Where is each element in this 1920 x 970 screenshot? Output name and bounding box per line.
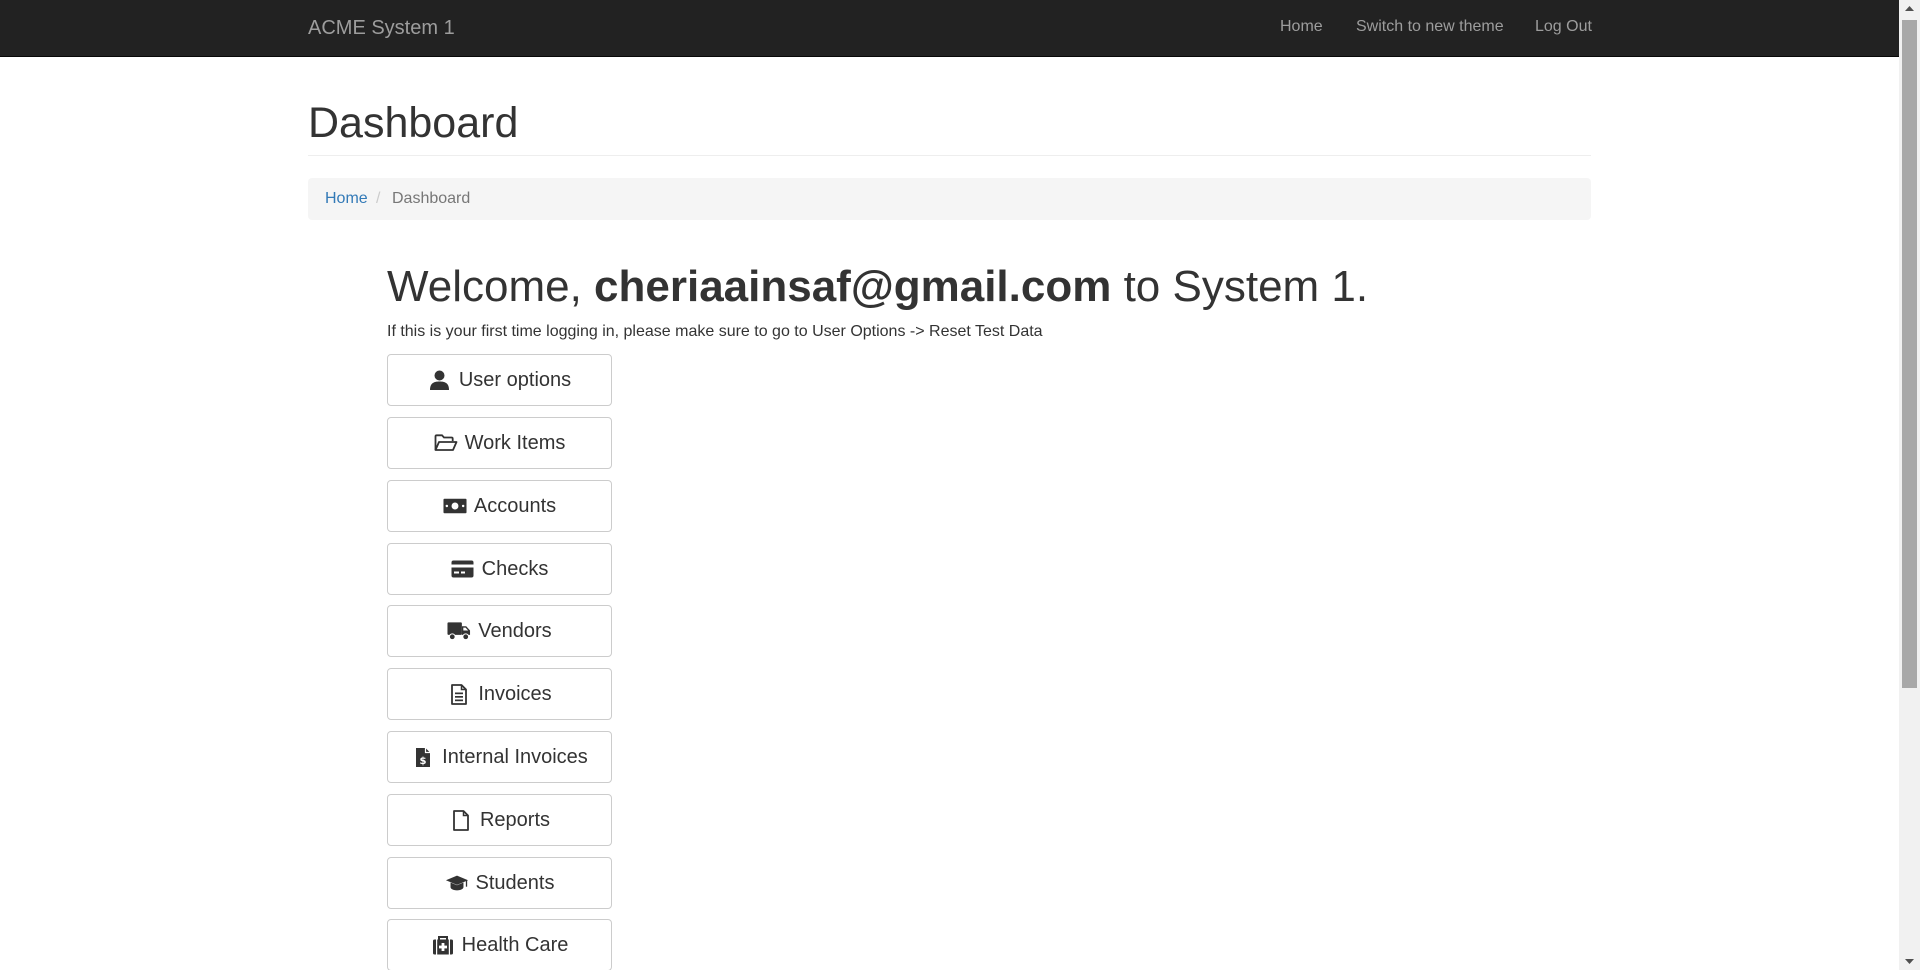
invoices-button[interactable]: Invoices [387,668,612,720]
health-care-label: Health Care [461,933,569,956]
students-button[interactable]: Students [387,857,612,909]
accounts-button[interactable]: Accounts [387,480,612,532]
welcome-prefix: Welcome, [387,262,595,311]
students-label: Students [475,871,555,894]
reports-button[interactable]: Reports [387,794,612,846]
breadcrumb-home-link[interactable]: Home [325,178,368,220]
scroll-down-arrow-icon[interactable] [1899,953,1920,970]
folder-open-icon [434,431,458,455]
graduation-cap-icon [445,871,469,895]
money-bill-icon [443,494,467,518]
page-title: Dashboard [308,99,519,147]
work-items-label: Work Items [464,431,566,454]
health-care-button[interactable]: Health Care [387,919,612,970]
file-invoice-dollar-icon: $ [411,745,435,769]
user-options-button[interactable]: User options [387,354,612,406]
credit-card-icon [451,557,475,581]
file-text-icon [447,682,471,706]
medkit-icon [431,933,455,957]
welcome-suffix: to System 1. [1111,262,1369,311]
accounts-label: Accounts [473,494,557,517]
vendors-label: Vendors [478,619,552,642]
user-icon [428,368,452,392]
checks-button[interactable]: Checks [387,543,612,595]
vendors-button[interactable]: Vendors [387,605,612,657]
reports-label: Reports [479,808,551,831]
nav-logout-link[interactable]: Log Out [1535,17,1592,37]
truck-icon [447,619,471,643]
scrollbar-thumb[interactable] [1902,20,1917,688]
nav-switch-theme-link[interactable]: Switch to new theme [1356,17,1504,37]
app-viewport: ACME System 1 Home Switch to new theme L… [0,0,1899,970]
welcome-email: cheriaainsaf@gmail.com [594,262,1112,311]
header-divider [308,155,1591,156]
top-navbar: ACME System 1 Home Switch to new theme L… [0,0,1899,57]
breadcrumb-separator: / [376,190,381,207]
breadcrumb-current: Dashboard [392,190,471,207]
invoices-label: Invoices [478,682,552,705]
file-icon [449,808,473,832]
work-items-button[interactable]: Work Items [387,417,612,469]
scroll-up-arrow-icon[interactable] [1899,0,1920,17]
internal-invoices-label: Internal Invoices [442,745,588,768]
first-login-notice: If this is your first time logging in, p… [387,323,1043,340]
checks-label: Checks [481,557,549,580]
welcome-heading: Welcome, cheriaainsaf@gmail.com to Syste… [387,262,1368,312]
breadcrumb: Home / Dashboard [308,178,1591,220]
vertical-scrollbar[interactable] [1899,0,1920,970]
internal-invoices-button[interactable]: $ Internal Invoices [387,731,612,783]
user-options-label: User options [458,368,572,391]
svg-text:$: $ [420,756,427,767]
brand-link[interactable]: ACME System 1 [308,17,455,39]
nav-home-link[interactable]: Home [1280,17,1323,37]
